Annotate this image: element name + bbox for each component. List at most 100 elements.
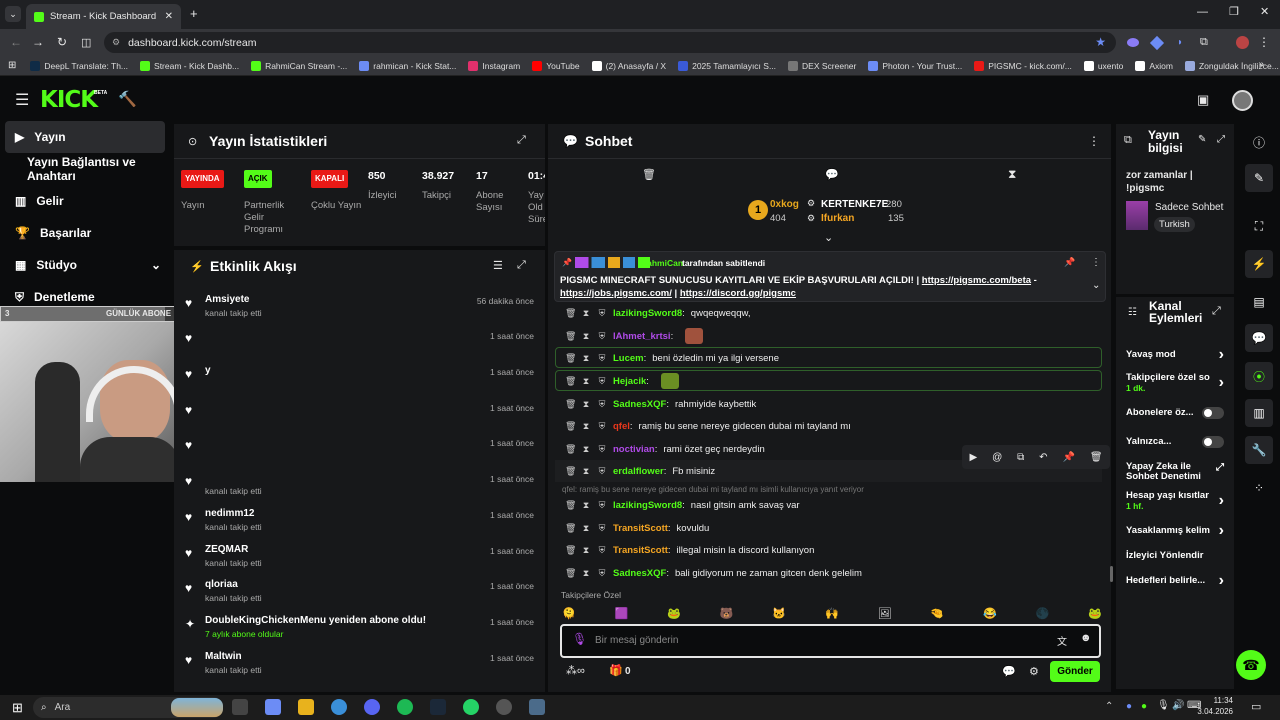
emote[interactable]: 🐸 (1088, 607, 1102, 620)
capture-icon[interactable]: ⛶ (1245, 212, 1273, 240)
chat-username[interactable]: noctivian (613, 444, 655, 455)
delete-icon[interactable]: 🗑 (565, 545, 576, 556)
menu-icon[interactable]: ⋮ (1258, 35, 1270, 49)
ban-icon[interactable]: ⛨ (597, 500, 607, 511)
chat-message[interactable]: 🗑 ⧗ ⛨ TransitScott: illegal misin la discord… (560, 539, 1100, 561)
minimize-icon[interactable]: — (1197, 6, 1208, 18)
chat-message[interactable]: 🗑 ⧗ ⛨ lAhmet_krtsi: (560, 325, 1100, 347)
chat-username[interactable]: lazikingSword8 (613, 500, 682, 511)
extensions-icon[interactable]: ⧉ (1200, 36, 1208, 49)
channel-action-item[interactable]: Hesap yaşı kısıtlar 1 hf. › (1126, 490, 1224, 512)
notifications-icon[interactable]: ▭ (1251, 700, 1261, 713)
ban-icon[interactable]: ⛨ (597, 421, 607, 432)
storage-icon[interactable]: ▥ (1245, 399, 1273, 427)
more-icon[interactable]: ⋮ (1088, 134, 1100, 148)
nav-item-studyo[interactable]: ▦ Stüdyo ⌄ (5, 250, 173, 280)
ban-icon[interactable]: ⛨ (597, 353, 607, 364)
channel-action-item[interactable]: Abonelere öz... (1126, 402, 1224, 424)
delete-icon[interactable]: 🗑 (565, 376, 576, 387)
browser-tab[interactable]: Stream - Kick Dashboard ✕ (26, 4, 181, 29)
chat-username[interactable]: qfel (613, 421, 630, 432)
channel-action-item[interactable]: Takipçilere özel so 1 dk. › (1126, 372, 1224, 394)
app-icon[interactable] (265, 699, 281, 715)
ban-icon[interactable]: ⛨ (597, 331, 607, 342)
popout-icon[interactable]: ⤢ (517, 259, 526, 272)
channel-action-item[interactable]: Yalnızca... (1126, 431, 1224, 453)
leader-name[interactable]: KERTENKE7E (821, 199, 888, 210)
delete-icon[interactable]: 🗑 (565, 444, 576, 455)
bookmark-item[interactable]: Instagram (468, 60, 520, 71)
profile-avatar[interactable] (1236, 36, 1249, 49)
chrome-icon[interactable] (331, 699, 347, 715)
extension-icon[interactable] (1149, 35, 1165, 51)
popout-icon[interactable]: ⤢ (517, 134, 526, 147)
edit-icon[interactable]: ✎ (1245, 164, 1273, 192)
emote[interactable]: 🖼 (878, 607, 892, 620)
bookmark-item[interactable]: 2025 Tamamlayıcı S... (678, 60, 776, 71)
trash-tab-icon[interactable]: 🗑 (642, 168, 656, 181)
leader-name[interactable]: Ifurkan (821, 213, 854, 224)
chat-username[interactable]: Hejacik (613, 376, 646, 387)
event-name[interactable]: ZEQMAR (205, 544, 248, 555)
emoji-icon[interactable]: ☻ (1080, 632, 1092, 644)
bookmark-item[interactable]: YouTube (532, 60, 580, 71)
whatsapp-icon[interactable] (463, 699, 479, 715)
timeout-icon[interactable]: ⧗ (581, 376, 591, 387)
delete-icon[interactable]: 🗑 (565, 399, 576, 410)
timeout-icon[interactable]: ⧗ (581, 444, 591, 455)
timeout-icon[interactable]: ⧗ (581, 399, 591, 410)
tray-app-icon[interactable]: ● (1141, 701, 1147, 712)
document-icon[interactable]: ▤ (1245, 288, 1273, 316)
popout-icon[interactable]: ⤢ (1212, 305, 1221, 318)
nav-item-gelir[interactable]: ▥ Gelir (5, 186, 173, 216)
emote[interactable]: 🤏 (930, 607, 944, 620)
pinned-link[interactable]: https://discord.gg/pigsmc (680, 288, 796, 299)
chevron-right-icon[interactable]: › (1219, 346, 1224, 364)
timeout-icon[interactable]: ⧗ (581, 545, 591, 556)
pinned-link[interactable]: https://pigsmc.com/beta (922, 275, 1031, 286)
delete-icon[interactable]: 🗑 (565, 500, 576, 511)
channel-action-item[interactable]: İzleyici Yönlendir (1126, 545, 1224, 567)
nav-item-yayin[interactable]: ▶ Yayın (5, 122, 173, 152)
send-button[interactable]: Gönder (1050, 661, 1100, 682)
chat-username[interactable]: lAhmet_krtsi (613, 331, 671, 342)
chat-username[interactable]: erdalflower (613, 466, 664, 477)
event-name[interactable]: qloriaa (205, 579, 238, 590)
bookmark-item[interactable]: RahmiCan Stream -... (251, 60, 347, 71)
chat-message[interactable]: 🗑 ⧗ ⛨ lazikingSword8: qwqeqweqqw, (560, 302, 1100, 324)
chevron-right-icon[interactable]: › (1219, 572, 1224, 590)
chat-settings-icon[interactable]: 💬 (1002, 665, 1016, 678)
emote[interactable]: 🌑 (1036, 607, 1050, 620)
timeout-icon[interactable]: ⧗ (581, 308, 591, 319)
extension-icon[interactable] (1127, 38, 1139, 47)
forward-icon[interactable]: → (32, 35, 44, 49)
bookmark-item[interactable]: DeepL Translate: Th... (30, 60, 128, 71)
chat-username[interactable]: lazikingSword8 (613, 308, 682, 319)
bookmark-item[interactable]: (2) Anasayfa / X (591, 60, 666, 71)
chat-icon[interactable]: 💬 (1245, 324, 1273, 352)
gift-icon[interactable]: 🎁 (609, 664, 623, 677)
more-bookmarks-icon[interactable]: » (1258, 59, 1264, 70)
nav-item-stream-key[interactable]: Yayın Bağlantısı ve Anahtarı (5, 154, 173, 184)
emote[interactable]: 🐱 (772, 607, 786, 620)
chat-username[interactable]: Lucem (613, 353, 644, 364)
file-explorer-icon[interactable] (298, 699, 314, 715)
timeout-icon[interactable]: ⧗ (581, 500, 591, 511)
back-icon[interactable]: ← (10, 35, 22, 49)
app-icon[interactable] (529, 699, 545, 715)
chat-tab-icon[interactable]: 💬 (825, 168, 839, 181)
spotify-icon[interactable] (397, 699, 413, 715)
wrench-icon[interactable]: 🔧 (1245, 436, 1273, 464)
bookmark-item[interactable]: rahmican - Kick Stat... (359, 60, 456, 71)
toggle-switch[interactable] (1202, 436, 1224, 448)
tab-search-icon[interactable]: ⌄ (5, 6, 21, 22)
leader-name[interactable]: 0xkog (770, 199, 799, 210)
ban-icon[interactable]: ⛨ (597, 376, 607, 387)
apps-icon[interactable]: ⁘ (1245, 474, 1273, 502)
expand-icon[interactable]: ⌄ (824, 231, 833, 244)
discord-icon[interactable] (364, 699, 380, 715)
event-name[interactable]: Maltwin (205, 651, 242, 662)
pinned-link[interactable]: https://jobs.pigsmc.com/ (560, 288, 672, 299)
apps-icon[interactable]: ⊞ (8, 60, 16, 71)
chat-username[interactable]: TransitScott (613, 523, 668, 534)
